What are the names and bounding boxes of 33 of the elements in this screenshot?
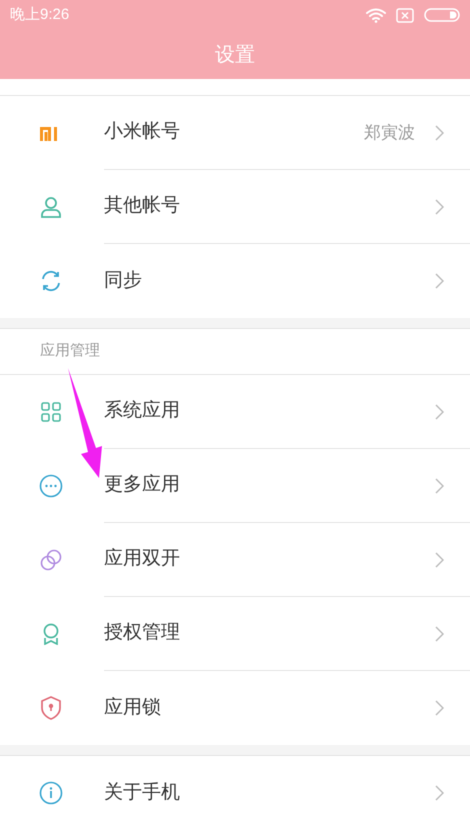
wifi-icon [366, 8, 386, 22]
section-header: 应用管理 [40, 341, 100, 362]
item-label: 小米帐号 [104, 120, 181, 144]
chevron-icon [435, 273, 444, 289]
info-icon [39, 781, 63, 805]
item-label: 应用双开 [104, 547, 181, 572]
sim-icon [396, 8, 414, 22]
item-label: 同步 [104, 268, 143, 293]
chevron-icon [435, 626, 444, 642]
grid-icon [41, 402, 61, 422]
item-label: 其他帐号 [104, 194, 181, 218]
chevron-icon [435, 785, 444, 801]
item-label: 关于手机 [104, 780, 181, 805]
chevron-icon [435, 478, 444, 494]
item-label: 授权管理 [104, 621, 181, 646]
item-label: 系统应用 [104, 399, 181, 424]
battery-icon [424, 8, 460, 22]
chevron-icon [435, 700, 444, 716]
chevron-icon [435, 124, 444, 140]
chevron-icon [435, 198, 444, 214]
chevron-icon [435, 552, 444, 568]
chevron-icon [435, 404, 444, 420]
double-circle-icon [40, 549, 62, 571]
screen-title: 设置 [215, 42, 255, 68]
badge-icon [41, 623, 61, 645]
item-label: 更多应用 [104, 473, 181, 498]
person-icon [40, 196, 62, 218]
item-label: 应用锁 [104, 696, 162, 720]
status-time: 晚上9:26 [10, 4, 70, 25]
shield-lock-icon [40, 696, 62, 720]
more-icon [39, 474, 63, 498]
sync-icon [40, 270, 62, 292]
item-value: 郑寅波 [364, 122, 415, 144]
